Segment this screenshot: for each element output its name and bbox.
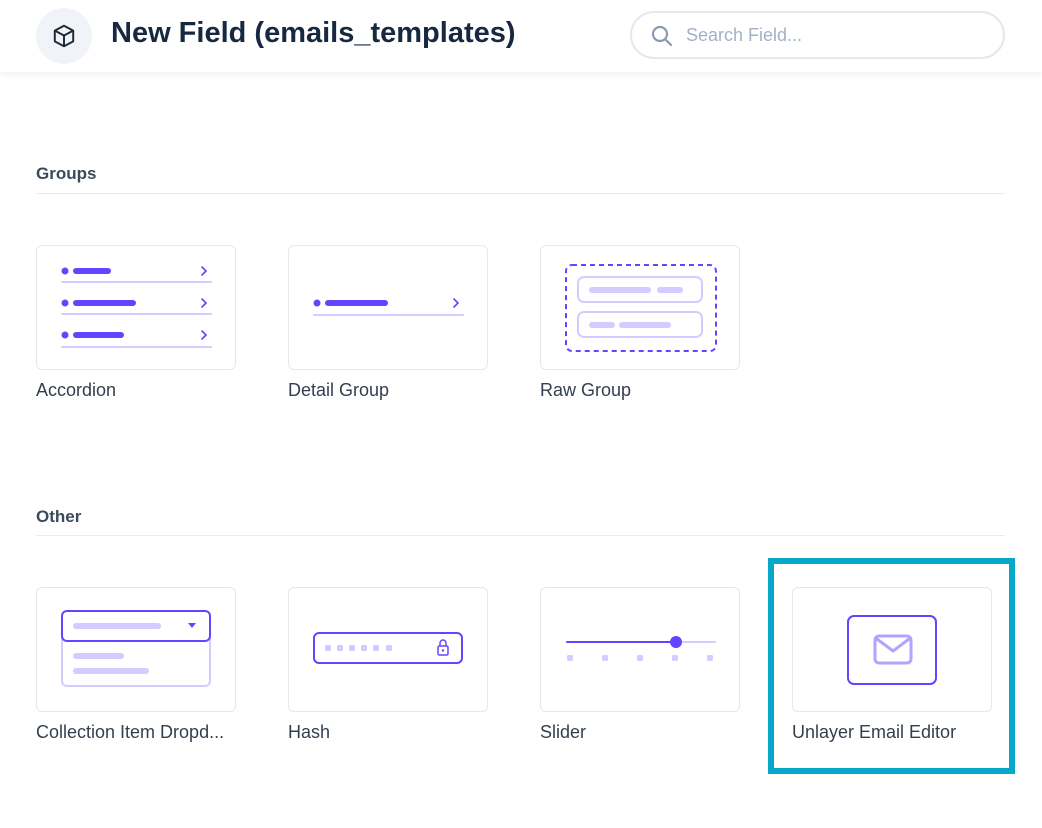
section-title-other: Other: [36, 507, 81, 527]
field-card-label: Slider: [540, 722, 740, 743]
field-card-label: Collection Item Dropd...: [36, 722, 236, 743]
dropdown-icon: [36, 587, 236, 712]
field-card-unlayer-email-editor[interactable]: Unlayer Email Editor: [792, 587, 992, 743]
field-card-label: Detail Group: [288, 380, 488, 401]
section-divider: [36, 535, 1005, 536]
search-input[interactable]: [686, 21, 986, 49]
detail-group-icon: [288, 245, 488, 370]
raw-group-icon: [540, 245, 740, 370]
field-card-detail-group[interactable]: Detail Group: [288, 245, 488, 401]
header-bar: New Field (emails_templates): [0, 0, 1042, 72]
email-icon: [792, 587, 992, 712]
section-title-groups: Groups: [36, 164, 96, 184]
search-box[interactable]: [630, 11, 1005, 59]
cube-icon: [36, 8, 92, 64]
field-card-slider[interactable]: Slider: [540, 587, 740, 743]
slider-icon: [540, 587, 740, 712]
search-icon: [650, 24, 674, 53]
section-divider: [36, 193, 1005, 194]
field-card-accordion[interactable]: Accordion: [36, 245, 236, 401]
field-card-label: Unlayer Email Editor: [792, 722, 992, 743]
hash-icon: [288, 587, 488, 712]
field-card-label: Accordion: [36, 380, 236, 401]
field-card-hash[interactable]: Hash: [288, 587, 488, 743]
field-card-label: Hash: [288, 722, 488, 743]
field-card-label: Raw Group: [540, 380, 740, 401]
field-card-collection-item-dropdown[interactable]: Collection Item Dropd...: [36, 587, 236, 743]
page-title: New Field (emails_templates): [111, 17, 516, 50]
accordion-icon: [36, 245, 236, 370]
field-card-raw-group[interactable]: Raw Group: [540, 245, 740, 401]
